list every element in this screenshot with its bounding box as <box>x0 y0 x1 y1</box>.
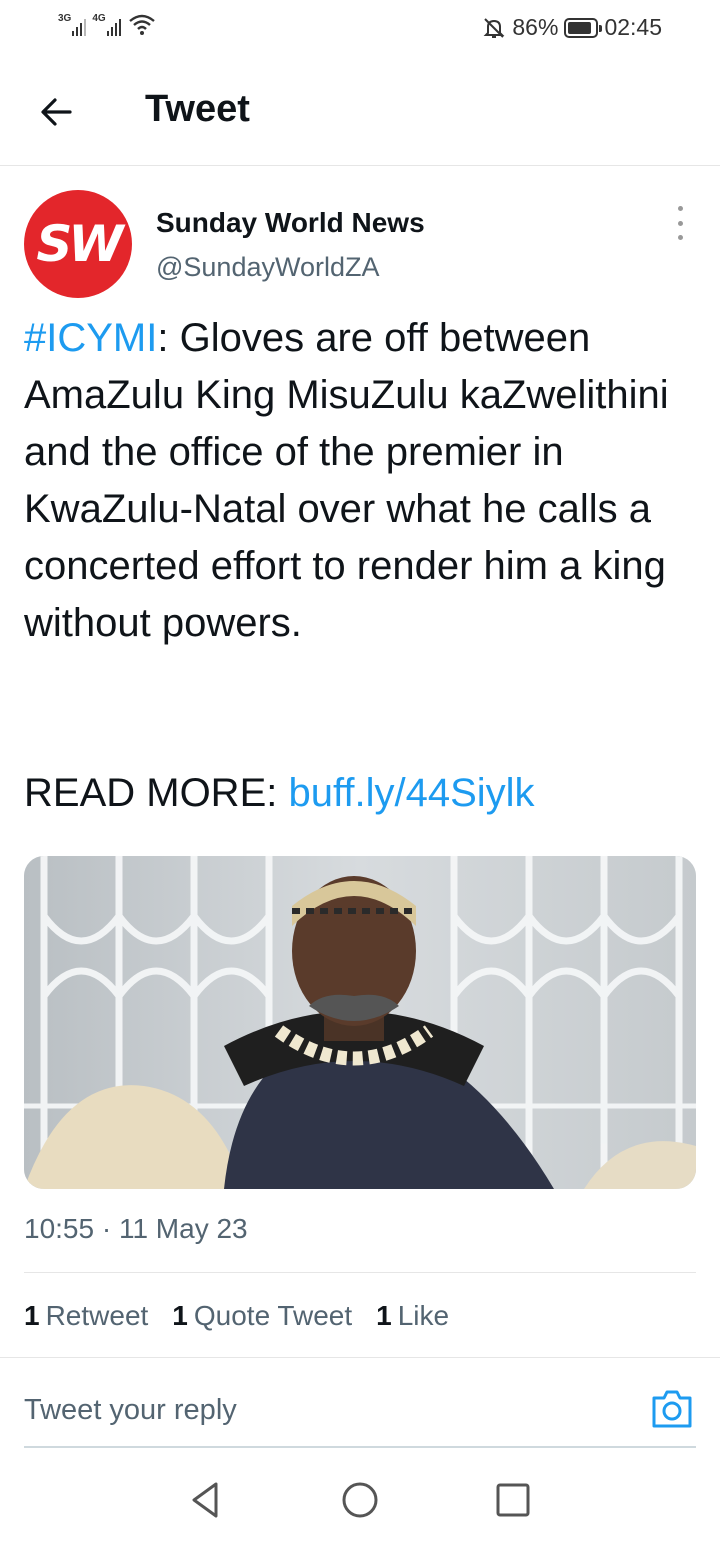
read-more-label: READ MORE: <box>24 771 289 815</box>
retweets-count: 1 <box>24 1300 40 1331</box>
nav-recents-icon[interactable] <box>493 1480 533 1520</box>
page-title: Tweet <box>145 88 250 130</box>
divider <box>24 1272 696 1273</box>
wifi-icon <box>128 14 155 35</box>
divider <box>0 1357 720 1358</box>
quotes-count: 1 <box>172 1300 188 1331</box>
nav-home-icon[interactable] <box>340 1480 380 1520</box>
retweets-stat[interactable]: 1 Retweet <box>24 1300 148 1332</box>
likes-count: 1 <box>376 1300 392 1331</box>
battery-percent: 86% <box>512 14 559 40</box>
likes-label: Like <box>397 1300 450 1331</box>
tweet-text: #ICYMI: Gloves are off between AmaZulu K… <box>24 310 694 652</box>
tweet-body: : Gloves are off between AmaZulu King Mi… <box>24 316 669 645</box>
hashtag-link[interactable]: #ICYMI <box>24 316 157 360</box>
retweets-label: Retweet <box>45 1300 149 1331</box>
quote-tweets-stat[interactable]: 1 Quote Tweet <box>172 1300 352 1332</box>
network-type-label: 3G <box>58 13 72 24</box>
tweet-photo[interactable] <box>24 856 696 1189</box>
article-link[interactable]: buff.ly/44Siylk <box>288 771 534 815</box>
avatar[interactable]: SW <box>24 190 132 298</box>
likes-stat[interactable]: 1 Like <box>376 1300 449 1332</box>
avatar-logo-text: SW <box>36 215 123 273</box>
signal-4g-icon: 4G <box>92 13 121 36</box>
reply-underline <box>24 1446 696 1448</box>
battery-level <box>568 21 591 34</box>
more-options-icon[interactable] <box>668 206 692 240</box>
status-right: 86% 02:45 <box>482 14 662 41</box>
author-handle[interactable]: @SundayWorldZA <box>156 252 380 283</box>
bell-muted-icon <box>483 17 505 38</box>
read-more-line: READ MORE: buff.ly/44Siylk <box>24 765 535 822</box>
nav-back-icon[interactable] <box>186 1480 226 1520</box>
signal-3g-icon: 3G <box>58 13 87 36</box>
status-bar: 3G 4G 86% 02:45 <box>0 0 720 56</box>
signal-indicators: 3G 4G <box>58 12 157 36</box>
arrow-left-icon[interactable] <box>36 92 76 132</box>
quotes-label: Quote Tweet <box>193 1300 353 1331</box>
clock: 02:45 <box>604 14 662 40</box>
camera-icon[interactable] <box>650 1388 694 1430</box>
network-type-label: 4G <box>92 13 106 24</box>
tweet-stats: 1 Retweet 1 Quote Tweet 1 Like <box>24 1300 449 1332</box>
battery-icon <box>564 17 603 38</box>
tweet-timestamp[interactable]: 10:55 · 11 May 23 <box>24 1213 248 1245</box>
author-name[interactable]: Sunday World News <box>156 207 425 239</box>
photo-portrait-image <box>24 856 696 1189</box>
system-navigation-bar <box>0 1460 720 1541</box>
top-app-bar: Tweet <box>0 56 720 166</box>
reply-input[interactable] <box>24 1385 624 1435</box>
